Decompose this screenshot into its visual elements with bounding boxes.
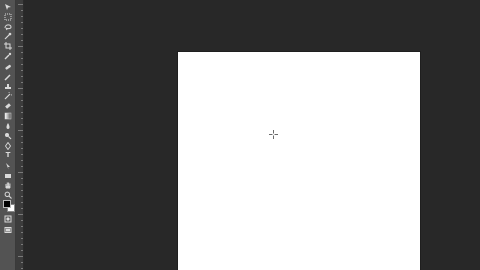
ruler-tick [21,160,23,161]
tools-panel: T [0,0,16,270]
ruler-tick [21,100,23,101]
ruler-tick [21,118,23,119]
ruler-tick [21,226,23,227]
dodge-icon[interactable] [2,131,14,140]
ruler-tick [21,184,23,185]
ruler-tick [21,70,23,71]
ruler-tick [21,22,23,23]
crop-icon[interactable] [2,41,14,50]
ruler-tick [21,28,23,29]
ruler-tick [21,142,23,143]
ruler-tick [21,202,23,203]
brush-icon[interactable] [2,72,14,81]
ruler-tick [21,58,23,59]
eraser-icon[interactable] [2,101,14,110]
screen-mode-icon[interactable] [2,225,14,234]
ruler-tick [21,166,23,167]
ruler-tick [18,88,23,89]
ruler-tick [21,34,23,35]
ruler-tick [18,256,23,257]
ruler-tick [21,10,23,11]
lasso-icon[interactable] [2,22,14,31]
history-brush-icon[interactable] [2,91,14,100]
ruler-tick [21,82,23,83]
ruler-tick [21,232,23,233]
clone-stamp-icon[interactable] [2,82,14,91]
ruler-tick [21,244,23,245]
gradient-icon[interactable] [2,111,14,120]
ruler-tick [18,46,23,47]
zoom-icon[interactable] [2,190,14,199]
ruler-tick [18,172,23,173]
ruler-tick [21,64,23,65]
quick-mask-icon[interactable] [2,214,14,223]
healing-brush-icon[interactable] [2,62,14,71]
ruler-tick [21,124,23,125]
ruler-tick [21,136,23,137]
pen-icon[interactable] [2,141,14,150]
ruler-tick [21,196,23,197]
ruler-tick [21,112,23,113]
quick-select-icon[interactable] [2,31,14,40]
ruler-tick [21,154,23,155]
path-select-icon[interactable] [2,161,14,170]
type-icon[interactable]: T [2,151,14,160]
ruler-tick [21,238,23,239]
document-canvas[interactable] [178,52,420,270]
vertical-ruler [16,0,24,270]
ruler-tick [21,262,23,263]
ruler-tick [21,190,23,191]
hand-icon[interactable] [2,180,14,189]
ruler-tick [21,178,23,179]
ruler-tick [21,106,23,107]
ruler-tick [21,220,23,221]
ruler-tick [18,4,23,5]
eyedropper-icon[interactable] [2,51,14,60]
rectangle-shape-icon[interactable] [2,171,14,180]
ruler-tick [21,250,23,251]
ruler-tick [18,130,23,131]
ruler-tick [21,40,23,41]
blur-icon[interactable] [2,121,14,130]
foreground-color-swatch[interactable] [3,200,11,208]
move-icon[interactable] [2,2,14,11]
marquee-icon[interactable] [2,12,14,21]
ruler-tick [21,52,23,53]
ruler-tick [21,208,23,209]
ruler-tick [18,214,23,215]
ruler-tick [21,148,23,149]
ruler-tick [21,16,23,17]
ruler-tick [21,76,23,77]
ruler-tick [21,94,23,95]
ruler-tick [21,268,23,269]
crosshair-cursor-icon [269,130,278,139]
